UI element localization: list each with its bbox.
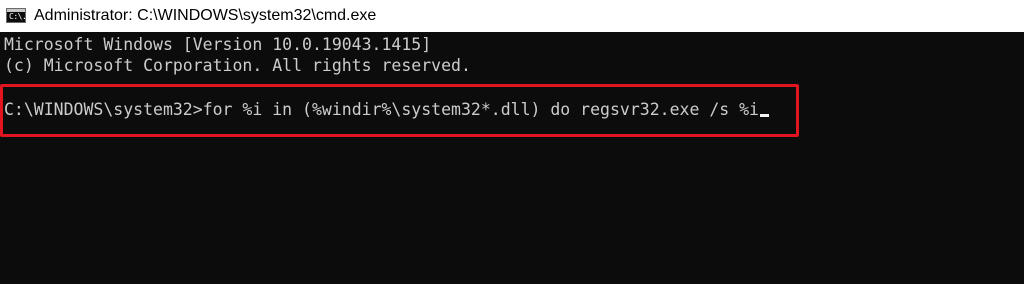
console-line-copyright: (c) Microsoft Corporation. All rights re… (4, 56, 471, 75)
text-cursor (759, 114, 769, 117)
prompt: C:\WINDOWS\system32> (4, 100, 203, 119)
window-title: Administrator: C:\WINDOWS\system32\cmd.e… (34, 7, 377, 24)
title-bar[interactable]: C:\. Administrator: C:\WINDOWS\system32\… (0, 0, 1024, 32)
cmd-icon-glyph: C:\. (9, 12, 27, 21)
command-line[interactable]: C:\WINDOWS\system32>for %i in (%windir%\… (4, 99, 769, 121)
console-output[interactable]: Microsoft Windows [Version 10.0.19043.14… (0, 32, 1024, 284)
console-line-version: Microsoft Windows [Version 10.0.19043.14… (4, 35, 432, 54)
cmd-window: C:\. Administrator: C:\WINDOWS\system32\… (0, 0, 1024, 284)
cmd-icon[interactable]: C:\. (6, 8, 27, 23)
command-text: for %i in (%windir%\system32*.dll) do re… (202, 100, 759, 119)
